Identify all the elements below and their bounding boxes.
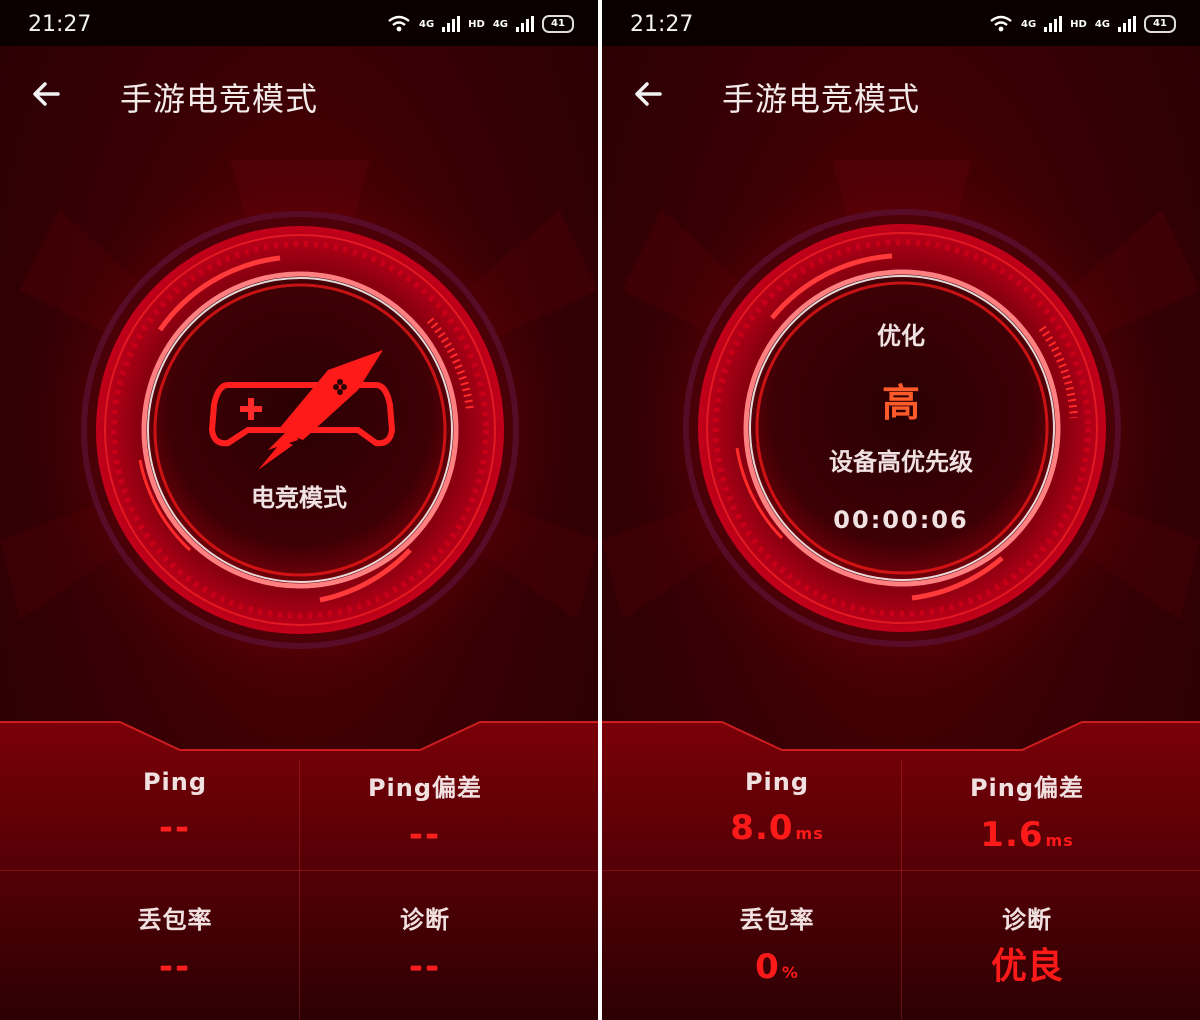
jitter-value: 1.6 bbox=[980, 815, 1044, 855]
metrics-divider-horizontal bbox=[602, 870, 1200, 871]
status-icons: 4G HD 4G 41 bbox=[989, 15, 1176, 33]
signal-icon bbox=[1044, 16, 1063, 32]
optimize-label: 优化 bbox=[877, 322, 925, 350]
hd-label: HD bbox=[468, 18, 485, 30]
metrics-panel: Ping 8.0 ms Ping偏差 1.6 ms 丢包率 0% 诊断 优良 bbox=[602, 720, 1200, 1020]
right-screen: 21:27 4G HD 4G 41 手游电竞模式 优化 高 设备高优先级 00:… bbox=[602, 0, 1200, 1020]
wifi-icon bbox=[990, 15, 1012, 32]
priority-description: 设备高优先级 bbox=[829, 448, 973, 476]
gamepad-rocket-icon bbox=[208, 350, 396, 470]
signal-icon bbox=[442, 16, 461, 32]
diagnosis-metric: 诊断 -- bbox=[275, 900, 575, 989]
jitter-unit: ms bbox=[1045, 831, 1074, 850]
jitter-metric: Ping偏差 1.6 ms bbox=[877, 768, 1177, 863]
ping-value: 8.0 bbox=[730, 808, 794, 848]
esports-mode-label: 电竞模式 bbox=[251, 484, 347, 512]
packet-loss-unit: % bbox=[781, 963, 799, 982]
ping-unit: ms bbox=[795, 824, 824, 843]
status-bar: 21:27 4G HD 4G 41 bbox=[602, 0, 1200, 46]
diagnosis-metric: 诊断 优良 bbox=[877, 900, 1177, 989]
hd-label: HD bbox=[1070, 18, 1087, 30]
signal-icon-2 bbox=[1118, 16, 1136, 32]
network-type-label: 4G bbox=[418, 18, 435, 30]
metrics-divider-horizontal bbox=[0, 870, 598, 871]
status-bar: 21:27 4G HD 4G 41 bbox=[0, 0, 598, 46]
jitter-value: -- bbox=[408, 815, 442, 855]
jitter-label: Ping偏差 bbox=[367, 774, 483, 802]
packet-loss-value: 0 bbox=[755, 947, 780, 987]
diagnosis-value: -- bbox=[408, 947, 442, 987]
diagnosis-value: 优良 bbox=[990, 946, 1063, 987]
page-title: 手游电竞模式 bbox=[722, 80, 921, 118]
metrics-panel: Ping -- Ping偏差 -- 丢包率 -- 诊断 -- bbox=[0, 720, 598, 1020]
back-arrow-icon[interactable] bbox=[26, 74, 66, 114]
jitter-label: Ping偏差 bbox=[969, 774, 1085, 802]
page-title: 手游电竞模式 bbox=[120, 80, 319, 118]
status-icons: 4G HD 4G 41 bbox=[387, 15, 574, 33]
back-arrow-icon[interactable] bbox=[628, 74, 668, 114]
jitter-metric: Ping偏差 -- bbox=[275, 768, 575, 857]
network-type-label: 4G bbox=[1020, 18, 1037, 30]
network-type-label-2: 4G bbox=[492, 18, 508, 30]
battery-icon: 41 bbox=[1144, 15, 1176, 33]
priority-value: 高 bbox=[881, 381, 920, 425]
wifi-icon bbox=[388, 15, 410, 32]
battery-icon: 41 bbox=[542, 15, 574, 33]
network-type-label-2: 4G bbox=[1094, 18, 1110, 30]
signal-icon-2 bbox=[516, 16, 534, 32]
status-time: 21:27 bbox=[630, 12, 694, 37]
elapsed-timer: 00:00:06 bbox=[833, 506, 969, 534]
optimization-dial[interactable] bbox=[682, 208, 1122, 648]
left-screen: 21:27 4G HD 4G 41 手游电竞模式 电竞模式 Ping -- Pi… bbox=[0, 0, 598, 1020]
status-time: 21:27 bbox=[28, 12, 92, 37]
diagnosis-label: 诊断 bbox=[1002, 906, 1052, 934]
diagnosis-label: 诊断 bbox=[400, 906, 450, 934]
jitter-value-wrap: 1.6 ms bbox=[877, 813, 1177, 863]
